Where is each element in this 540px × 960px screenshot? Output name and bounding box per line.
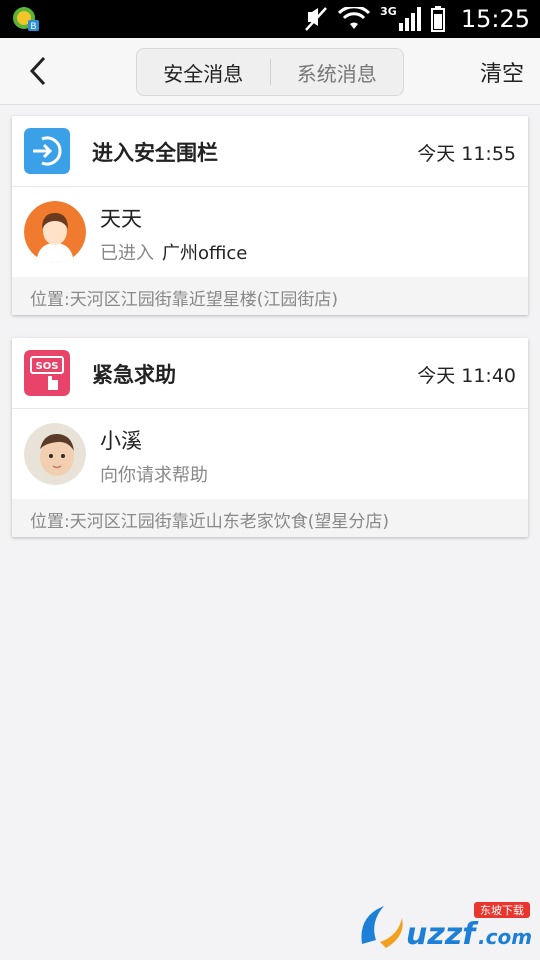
nav-bar: 安全消息 系统消息 清空 <box>0 38 540 105</box>
svg-text:B: B <box>30 22 36 32</box>
message-status: 向你请求帮助 <box>100 461 208 487</box>
card-body: 天天 已进入 广州office <box>12 187 528 277</box>
svg-text:东坡下载: 东坡下载 <box>480 904 524 917</box>
message-title: 进入安全围栏 <box>92 141 218 165</box>
tab-security-messages[interactable]: 安全消息 <box>137 49 270 95</box>
status-bar: B 3G 15:25 <box>0 0 540 38</box>
location-text: 位置:天河区江园街靠近望星楼(江园街店) <box>30 290 338 310</box>
signal-icon <box>398 7 421 31</box>
svg-text:SOS: SOS <box>36 361 59 372</box>
svg-text:uzzf: uzzf <box>406 917 479 952</box>
enter-fence-icon <box>24 128 70 174</box>
avatar <box>24 423 86 485</box>
card-header: SOS 紧急求助 今天 11:40 <box>12 338 528 409</box>
message-card[interactable]: 进入安全围栏 今天 11:55 天天 已进入 广州office 位置:天河区江园街… <box>12 116 528 315</box>
mute-icon <box>305 7 328 31</box>
card-footer: 位置:天河区江园街靠近山东老家饮食(望星分店) <box>12 499 528 537</box>
sos-icon: SOS <box>24 350 70 396</box>
tab-system-messages[interactable]: 系统消息 <box>271 49 404 95</box>
clock: 15:25 <box>460 5 530 33</box>
clear-button[interactable]: 清空 <box>480 56 524 88</box>
message-card[interactable]: SOS 紧急求助 今天 11:40 小溪 向你请求帮助 位置:天河区江园街靠近山… <box>12 338 528 537</box>
user-name: 天天 <box>100 207 142 231</box>
avatar <box>24 201 86 263</box>
back-icon[interactable] <box>22 52 58 90</box>
user-name: 小溪 <box>100 429 142 453</box>
location-text: 位置:天河区江园街靠近山东老家饮食(望星分店) <box>30 512 389 532</box>
message-title: 紧急求助 <box>92 363 176 387</box>
message-type-tabs: 安全消息 系统消息 <box>136 48 404 96</box>
watermark-logo: 东坡下载 uzzf .com <box>361 902 532 952</box>
svg-text:.com: .com <box>478 925 532 949</box>
network-type: 3G <box>380 4 397 18</box>
wifi-icon <box>338 7 371 29</box>
message-time: 今天 11:55 <box>417 143 516 165</box>
status-prefix: 向你请求帮助 <box>100 465 208 486</box>
message-time: 今天 11:40 <box>417 365 516 387</box>
status-prefix: 已进入 <box>100 243 154 264</box>
fence-name: 广州office <box>162 243 248 264</box>
card-footer: 位置:天河区江园街靠近望星楼(江园街店) <box>12 277 528 315</box>
battery-icon <box>430 6 445 32</box>
app-notification-icon: B <box>13 7 39 32</box>
card-header: 进入安全围栏 今天 11:55 <box>12 116 528 187</box>
card-body: 小溪 向你请求帮助 <box>12 409 528 499</box>
message-status: 已进入 广州office <box>100 239 247 265</box>
